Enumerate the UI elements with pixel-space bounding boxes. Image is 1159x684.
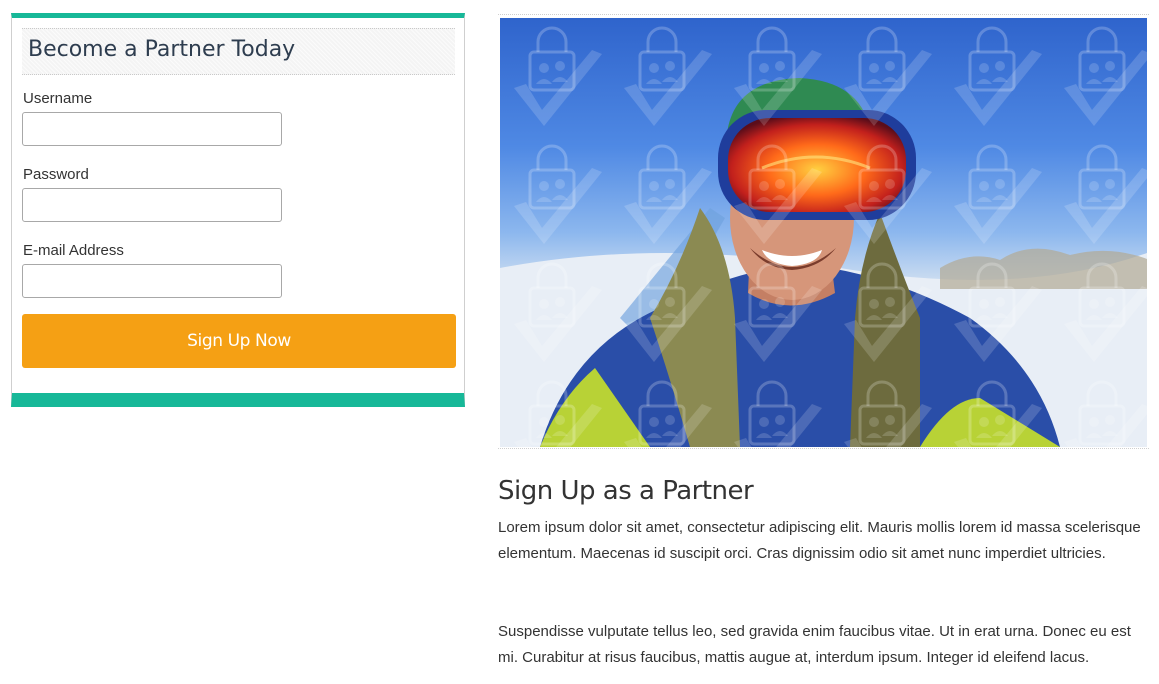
sign-up-now-button[interactable]: Sign Up Now <box>22 314 456 368</box>
email-input[interactable] <box>22 264 282 298</box>
email-label: E-mail Address <box>23 242 124 259</box>
snowboarder-photo <box>500 18 1147 447</box>
partner-signup-form: Become a Partner Today Username Password… <box>11 13 465 407</box>
form-title: Become a Partner Today <box>28 37 296 62</box>
form-header: Become a Partner Today <box>22 28 455 75</box>
username-input[interactable] <box>22 112 282 146</box>
hero-image-frame <box>498 14 1149 449</box>
body-paragraph: Lorem ipsum dolor sit amet, consectetur … <box>498 519 1141 562</box>
username-label: Username <box>23 90 93 107</box>
section-title: Sign Up as a Partner <box>498 476 754 506</box>
body-paragraph: Suspendisse vulputate tellus leo, sed gr… <box>498 623 1131 666</box>
password-label: Password <box>23 166 89 183</box>
hero-image <box>500 18 1147 447</box>
password-input[interactable] <box>22 188 282 222</box>
